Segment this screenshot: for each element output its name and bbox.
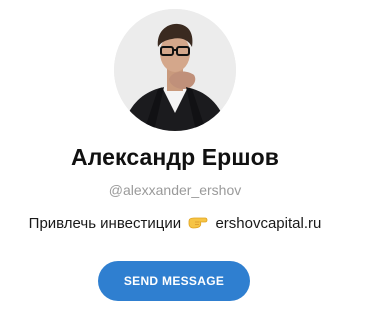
profile-bio: Привлечь инвестиции ershovcapital.ru [0, 215, 350, 232]
bio-text: Привлечь инвестиции [28, 215, 182, 232]
send-message-button[interactable]: SEND MESSAGE [98, 261, 250, 301]
avatar[interactable] [114, 9, 236, 131]
profile-card: Александр Ершов @alexxander_ershov Привл… [0, 0, 367, 322]
pointing-hand-icon [188, 215, 208, 229]
profile-name: Александр Ершов [71, 144, 279, 170]
avatar-photo [114, 9, 236, 131]
bio-link[interactable]: ershovcapital.ru [215, 215, 321, 232]
profile-username[interactable]: @alexxander_ershov [0, 182, 350, 198]
